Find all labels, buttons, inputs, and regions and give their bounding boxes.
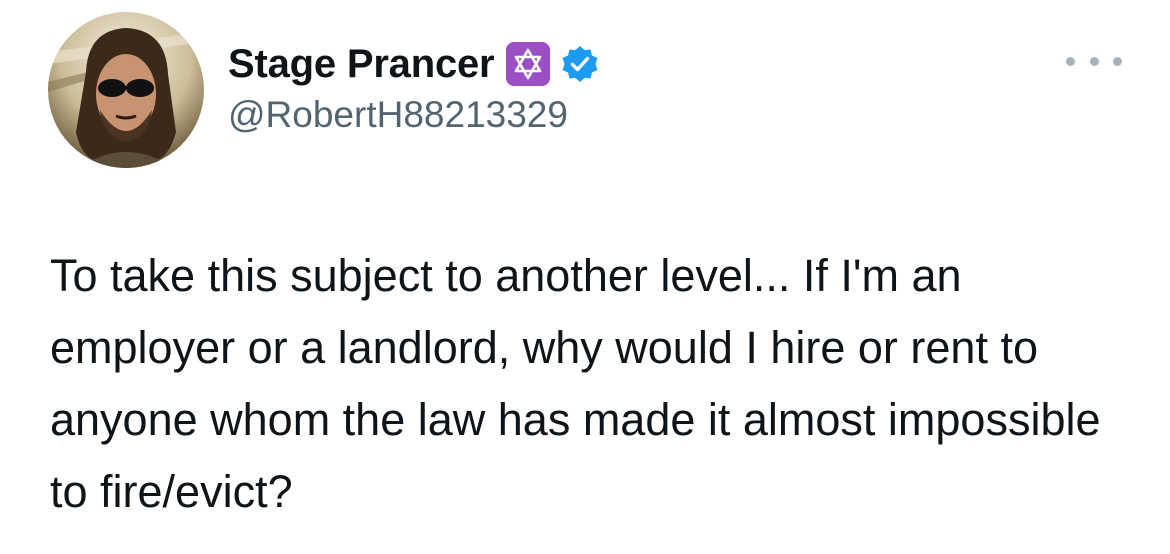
author-name-row: Stage Prancer — [228, 38, 600, 90]
verified-badge-icon[interactable] — [560, 44, 600, 84]
avatar[interactable] — [48, 12, 204, 168]
author-handle[interactable]: @RobertH88213329 — [228, 94, 568, 136]
tweet-card: Stage Prancer @RobertH88213329 To take t… — [0, 0, 1170, 554]
star-of-david-icon — [506, 42, 551, 86]
author-display-name[interactable]: Stage Prancer — [228, 42, 495, 87]
more-dot — [1089, 56, 1099, 66]
tweet-text: To take this subject to another level...… — [50, 250, 1101, 517]
avatar-image — [48, 12, 204, 168]
more-options-icon[interactable] — [1066, 46, 1122, 76]
more-dot — [1113, 56, 1122, 66]
more-dot — [1066, 56, 1075, 66]
